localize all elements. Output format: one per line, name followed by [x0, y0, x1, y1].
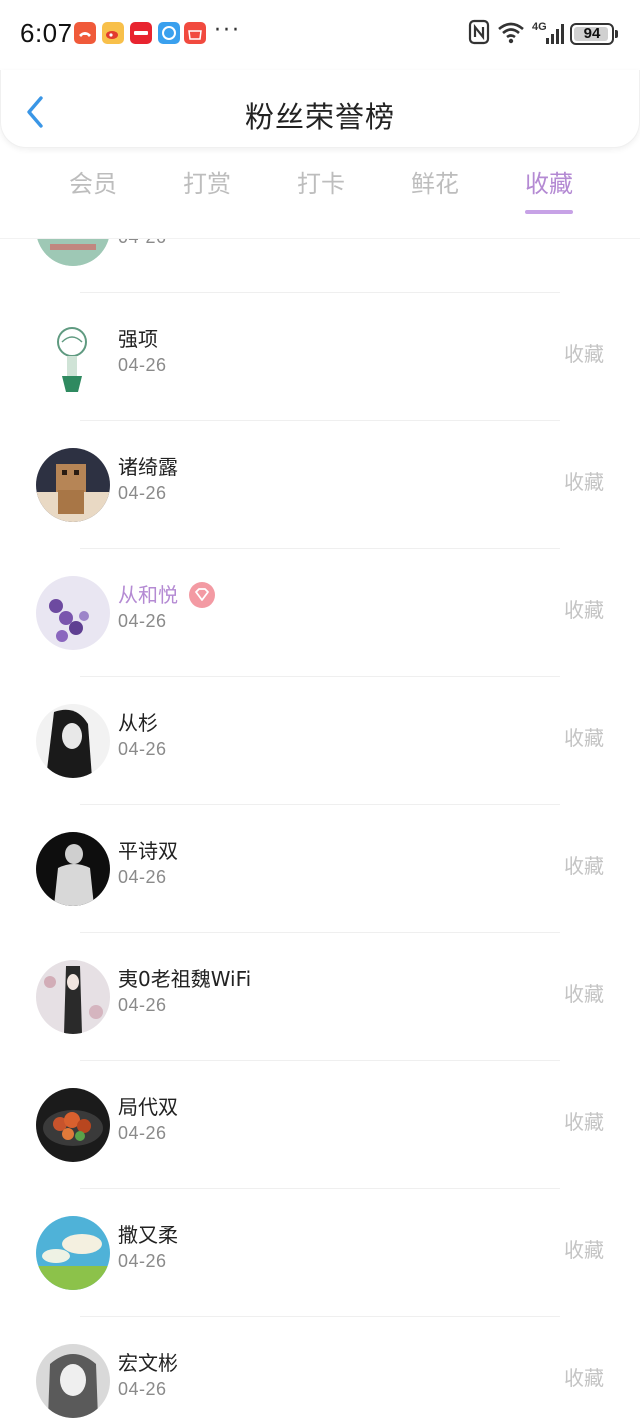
favorite-date: 04-26	[118, 239, 167, 248]
user-avatar[interactable]	[36, 576, 110, 650]
user-name: 局代双	[118, 1095, 178, 1119]
list-item[interactable]: 强项 04-26 收藏	[0, 293, 640, 421]
favorite-label: 收藏	[564, 1238, 604, 1262]
list-item[interactable]: 从和悦 04-26 收藏	[0, 549, 640, 677]
user-avatar[interactable]	[36, 448, 110, 522]
favorite-date: 04-26	[118, 867, 167, 887]
user-avatar[interactable]	[36, 239, 110, 266]
battery-tip	[615, 30, 618, 38]
user-name: 平诗双	[118, 839, 178, 863]
tab-tips[interactable]: 打赏	[150, 162, 264, 222]
user-avatar[interactable]	[36, 960, 110, 1034]
nfc-icon	[468, 19, 490, 49]
fan-ranking-list[interactable]: 04-26 收藏 强项 04-26 收藏	[0, 239, 640, 1422]
status-bar: 6:07 ··· 4G 94	[0, 0, 640, 70]
user-avatar[interactable]	[36, 320, 110, 394]
user-avatar[interactable]	[36, 1088, 110, 1162]
list-item[interactable]: 诸绮露 04-26 收藏	[0, 421, 640, 549]
favorite-label: 收藏	[564, 598, 604, 622]
tab-flowers[interactable]: 鲜花	[378, 162, 492, 222]
xiaohongshu-app-icon	[130, 22, 152, 44]
favorite-date: 04-26	[118, 1379, 167, 1399]
favorite-date: 04-26	[118, 1251, 167, 1271]
tab-bar: 会员 打赏 打卡 鲜花 收藏	[36, 162, 606, 222]
favorite-label: 收藏	[564, 342, 604, 366]
favorite-label: 收藏	[564, 470, 604, 494]
wifi-icon	[496, 19, 526, 49]
list-item[interactable]: 宏文彬 04-26 收藏	[0, 1317, 640, 1422]
tab-label: 鲜花	[411, 170, 459, 198]
status-right: 4G 94	[468, 19, 618, 49]
tab-label: 会员	[69, 170, 117, 198]
battery-icon: 94	[570, 23, 614, 45]
tab-label: 打卡	[297, 170, 345, 198]
list-item[interactable]: 04-26 收藏	[0, 239, 640, 293]
favorite-label: 收藏	[564, 1110, 604, 1134]
browser-app-icon	[158, 22, 180, 44]
phone-app-icon	[74, 22, 96, 44]
user-name: 宏文彬	[118, 1351, 178, 1375]
favorite-label: 收藏	[564, 726, 604, 750]
favorite-date: 04-26	[118, 739, 167, 759]
more-notifications-icon: ···	[214, 18, 241, 43]
weibo-app-icon	[102, 22, 124, 44]
tab-checkin[interactable]: 打卡	[264, 162, 378, 222]
user-avatar[interactable]	[36, 1344, 110, 1418]
user-avatar[interactable]	[36, 704, 110, 778]
user-name: 从和悦	[118, 583, 178, 607]
favorite-date: 04-26	[118, 995, 167, 1015]
battery-level: 94	[583, 25, 601, 42]
user-avatar[interactable]	[36, 832, 110, 906]
list-item[interactable]: 撒又柔 04-26 收藏	[0, 1189, 640, 1317]
user-name: 夷0老祖魏WiFi	[118, 967, 252, 991]
page-title: 粉丝荣誉榜	[244, 100, 395, 134]
vip-diamond-icon	[189, 582, 215, 608]
list-item[interactable]: 从杉 04-26 收藏	[0, 677, 640, 805]
favorite-date: 04-26	[118, 611, 167, 631]
list-item[interactable]: 夷0老祖魏WiFi 04-26 收藏	[0, 933, 640, 1061]
list-item[interactable]: 平诗双 04-26 收藏	[0, 805, 640, 933]
cellular-signal-icon: 4G	[532, 21, 564, 47]
tab-favorites[interactable]: 收藏	[492, 162, 606, 222]
user-name: 从杉	[118, 711, 158, 735]
tab-label: 打赏	[183, 170, 231, 198]
status-time: 6:07	[20, 18, 73, 48]
shopping-app-icon	[184, 22, 206, 44]
favorite-date: 04-26	[118, 483, 167, 503]
tab-label: 收藏	[525, 170, 573, 198]
user-name: 诸绮露	[118, 455, 178, 479]
header: 粉丝荣誉榜	[0, 70, 640, 148]
favorite-label: 收藏	[564, 1366, 604, 1390]
favorite-label: 收藏	[564, 854, 604, 878]
favorite-label: 收藏	[564, 982, 604, 1006]
user-avatar[interactable]	[36, 1216, 110, 1290]
active-tab-indicator	[525, 210, 573, 214]
list-item[interactable]: 局代双 04-26 收藏	[0, 1061, 640, 1189]
favorite-date: 04-26	[118, 355, 167, 375]
user-name: 撒又柔	[118, 1223, 178, 1247]
tab-membership[interactable]: 会员	[36, 162, 150, 222]
user-name: 强项	[118, 327, 158, 351]
favorite-date: 04-26	[118, 1123, 167, 1143]
